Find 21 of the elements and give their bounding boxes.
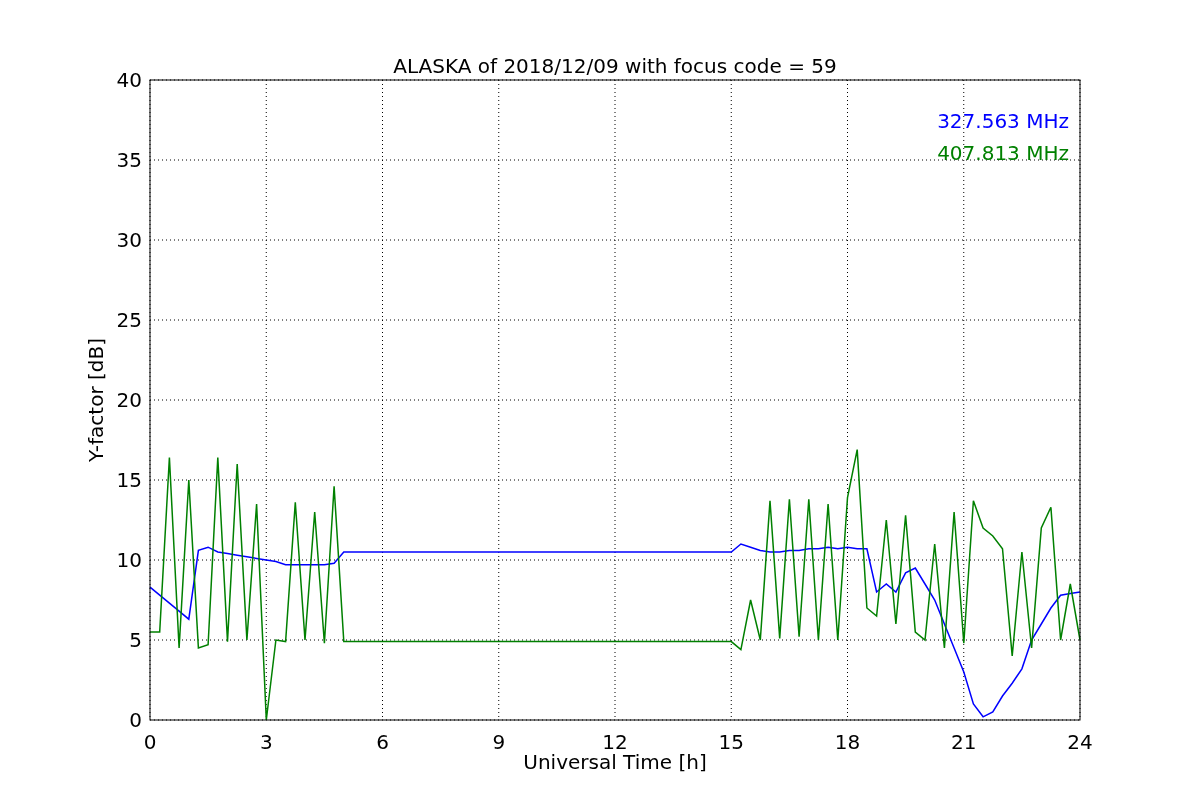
legend-label: 327.563 MHz — [937, 109, 1069, 133]
axis-label: Y-factor [dB] — [84, 338, 108, 462]
tick-label: 40 — [116, 68, 142, 92]
legend-label: 407.813 MHz — [937, 141, 1069, 165]
tick-label: 0 — [143, 730, 157, 754]
tick-label: 30 — [116, 228, 142, 252]
tick-label: 18 — [834, 730, 861, 754]
plot-title: ALASKA of 2018/12/09 with focus code = 59 — [393, 54, 837, 78]
tick-label: 6 — [376, 730, 389, 754]
tick-label: 20 — [116, 388, 142, 412]
tick-label: 0 — [129, 708, 142, 732]
tick-label: 21 — [951, 730, 977, 754]
tick-label: 3 — [259, 730, 273, 754]
tick-label: 15 — [718, 730, 744, 754]
tick-label: 35 — [116, 148, 142, 172]
tick-label: 24 — [1067, 730, 1093, 754]
tick-label: 5 — [129, 628, 142, 652]
tick-label: 25 — [116, 308, 142, 332]
tick-label: 15 — [116, 468, 142, 492]
tick-label: 9 — [492, 730, 506, 754]
tick-label: 10 — [116, 548, 142, 572]
